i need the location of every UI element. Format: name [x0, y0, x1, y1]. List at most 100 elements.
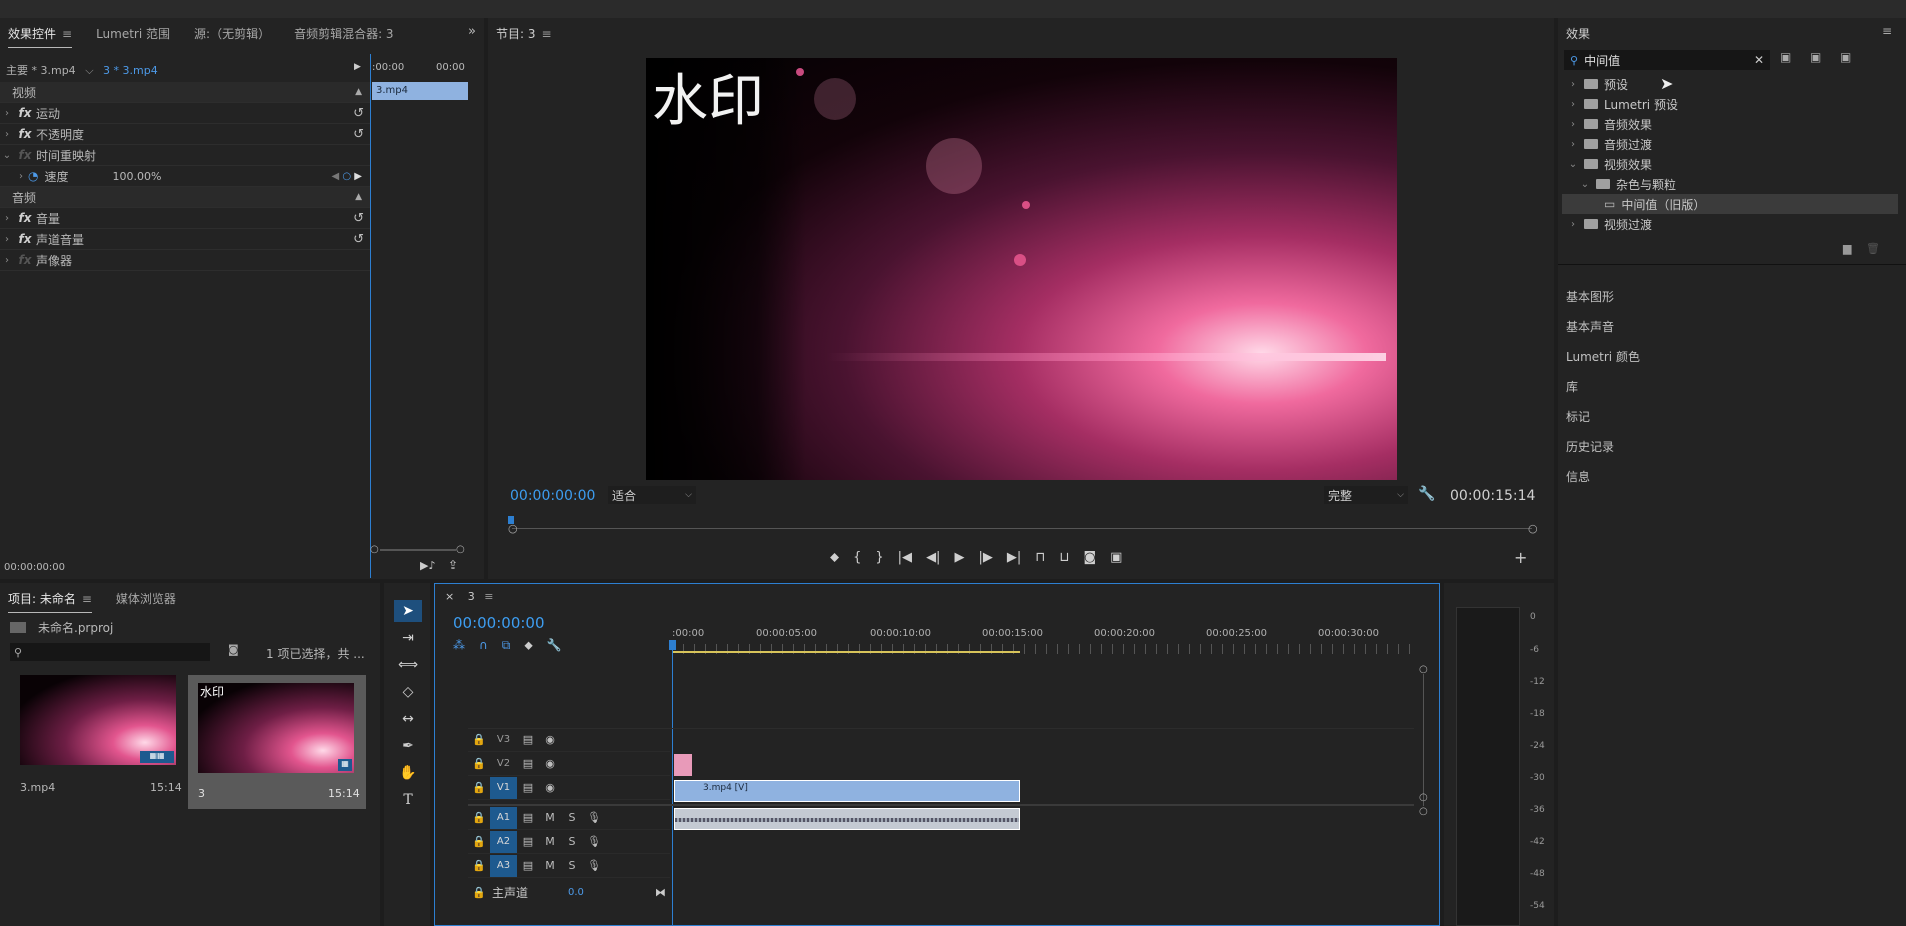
- panel-menu-icon[interactable]: ≡: [1882, 24, 1892, 38]
- timeline-settings-wrench-icon[interactable]: 🔧: [547, 638, 562, 653]
- track-header-master[interactable]: 🔒 主声道 0.0 ⧓: [468, 880, 670, 904]
- compare-view-icon[interactable]: ▣: [1110, 550, 1122, 565]
- program-monitor-title[interactable]: 节目: 3 ≡: [496, 25, 552, 42]
- timeline-tab-label[interactable]: 3: [468, 590, 475, 603]
- collapse-up-icon[interactable]: ▲: [355, 87, 362, 97]
- yuv-effects-icon[interactable]: ▣: [1840, 50, 1851, 64]
- ec-timecode[interactable]: 00:00:00:00: [4, 562, 65, 573]
- program-scrub-bar[interactable]: ○ ○: [508, 512, 1538, 535]
- track-header-v3[interactable]: 🔒 V3 ▤ ◉: [468, 728, 670, 752]
- fx-icon[interactable]: fx: [14, 211, 36, 225]
- tab-lumetri-scopes[interactable]: Lumetri 范围: [96, 25, 170, 42]
- nest-icon[interactable]: ⁂: [453, 638, 465, 653]
- tree-item-audio-transitions[interactable]: › 音频过渡: [1566, 134, 1652, 154]
- project-item-sequence[interactable]: 水印 ▦ 3 15:14: [188, 675, 366, 809]
- lock-icon[interactable]: 🔒: [468, 886, 490, 899]
- tab-project[interactable]: 项目: 未命名 ≡: [8, 590, 92, 613]
- tab-effect-controls[interactable]: 效果控件 ≡: [8, 25, 73, 48]
- ec-clip-bar[interactable]: 3.mp4: [372, 82, 468, 100]
- audio-clip[interactable]: [674, 808, 1020, 830]
- close-tab-icon[interactable]: ×: [445, 590, 454, 603]
- pen-tool-icon[interactable]: ✒: [394, 735, 422, 757]
- play-icon[interactable]: ▶: [954, 550, 964, 565]
- lift-icon[interactable]: ⊓: [1035, 550, 1045, 565]
- new-search-bin-icon[interactable]: ◙: [228, 643, 239, 656]
- track-header-a1[interactable]: 🔒 A1 ▤ M S 🎙: [468, 806, 670, 830]
- microphone-icon[interactable]: 🎙: [583, 835, 605, 848]
- effect-row-volume[interactable]: › fx 音量 ↺: [0, 208, 370, 229]
- mute-button[interactable]: M: [539, 811, 561, 824]
- tree-item-audio-effects[interactable]: › 音频效果: [1566, 114, 1652, 134]
- track-header-a2[interactable]: 🔒 A2 ▤ M S 🎙: [468, 830, 670, 854]
- timeline-vertical-scrollbar[interactable]: ○ ○ ○: [1419, 664, 1428, 924]
- effects-search-box[interactable]: ⚲ 中间值 ✕: [1564, 50, 1770, 70]
- quality-select[interactable]: 完整 ⌵: [1324, 486, 1408, 504]
- solo-button[interactable]: S: [561, 859, 583, 872]
- project-search-box[interactable]: ⚲: [10, 643, 210, 661]
- effect-row-time-remap[interactable]: ⌄ fx 时间重映射: [0, 145, 370, 166]
- panel-info[interactable]: 信息: [1566, 468, 1590, 485]
- panel-history[interactable]: 历史记录: [1566, 438, 1614, 455]
- pink-clip[interactable]: [674, 754, 692, 776]
- mute-button[interactable]: M: [539, 859, 561, 872]
- panel-essential-sound[interactable]: 基本声音: [1566, 318, 1614, 335]
- razor-tool-icon[interactable]: ◇: [394, 681, 422, 703]
- add-button-icon[interactable]: +: [1514, 548, 1527, 567]
- track-header-v1[interactable]: 🔒 V1 ▤ ◉: [468, 776, 670, 800]
- filter-property-icon[interactable]: ▶♪: [420, 559, 435, 572]
- panel-libraries[interactable]: 库: [1566, 378, 1578, 395]
- collapse-up-icon[interactable]: ▲: [355, 192, 362, 202]
- panel-essential-graphics[interactable]: 基本图形: [1566, 288, 1614, 305]
- video-preview[interactable]: 水印: [646, 58, 1397, 480]
- track-select-tool-icon[interactable]: ⇥: [394, 627, 422, 649]
- microphone-icon[interactable]: 🎙: [583, 859, 605, 872]
- sync-lock-icon[interactable]: ▤: [517, 757, 539, 770]
- timeline-playhead[interactable]: [672, 640, 673, 926]
- lock-icon[interactable]: 🔒: [468, 835, 490, 848]
- accelerated-effects-icon[interactable]: ▣: [1780, 50, 1791, 64]
- tree-item-lumetri-presets[interactable]: › Lumetri 预设: [1566, 94, 1678, 114]
- effect-row-opacity[interactable]: › fx 不透明度 ↺: [0, 124, 370, 145]
- add-marker-icon[interactable]: ⬥: [830, 550, 839, 565]
- playhead-handle[interactable]: [669, 640, 676, 650]
- panel-markers[interactable]: 标记: [1566, 408, 1590, 425]
- eye-icon[interactable]: ◉: [539, 733, 561, 746]
- go-to-out-icon[interactable]: ▶|: [1007, 550, 1021, 565]
- project-item-clip[interactable]: ▦▦ 3.mp4 15:14: [10, 675, 182, 805]
- expand-chevron-icon[interactable]: ›: [0, 234, 14, 245]
- timeline-timecode[interactable]: 00:00:00:00: [453, 614, 545, 632]
- keyframe-nav-icon[interactable]: ◀ ○ ▶: [332, 171, 363, 182]
- effect-row-panner[interactable]: › fx 声像器: [0, 250, 370, 271]
- go-to-in-icon[interactable]: |◀: [898, 550, 912, 565]
- panel-lumetri-color[interactable]: Lumetri 颜色: [1566, 348, 1640, 365]
- program-timecode[interactable]: 00:00:00:00: [510, 488, 595, 504]
- expand-chevron-icon[interactable]: ›: [0, 108, 14, 119]
- zoom-select[interactable]: 适合 ⌵: [608, 486, 696, 504]
- linked-selection-icon[interactable]: ⧉: [502, 638, 511, 653]
- snap-magnet-icon[interactable]: ∩: [479, 638, 488, 653]
- expand-chevron-icon[interactable]: ›: [0, 129, 14, 140]
- master-clip-label[interactable]: 主要 * 3.mp4: [6, 64, 76, 77]
- tab-media-browser[interactable]: 媒体浏览器: [116, 590, 176, 607]
- camera-icon[interactable]: ◙: [1084, 550, 1097, 565]
- microphone-icon[interactable]: 🎙: [583, 811, 605, 824]
- effect-row-motion[interactable]: › fx 运动 ↺: [0, 103, 370, 124]
- eye-icon[interactable]: ◉: [539, 757, 561, 770]
- fx-icon[interactable]: fx: [14, 232, 36, 246]
- effect-row-speed[interactable]: › ◔ 速度 100.00% ◀ ○ ▶: [0, 166, 370, 187]
- track-header-v2[interactable]: 🔒 V2 ▤ ◉: [468, 752, 670, 776]
- lock-icon[interactable]: 🔒: [468, 781, 490, 794]
- extract-icon[interactable]: ⊔: [1059, 550, 1069, 565]
- sync-lock-icon[interactable]: ▤: [517, 811, 539, 824]
- 32bit-effects-icon[interactable]: ▣: [1810, 50, 1821, 64]
- fx-icon[interactable]: fx: [14, 127, 36, 141]
- eye-icon[interactable]: ◉: [539, 781, 561, 794]
- clear-search-icon[interactable]: ✕: [1754, 53, 1764, 67]
- new-bin-icon[interactable]: ▆: [1843, 242, 1851, 255]
- stopwatch-icon[interactable]: ◔: [28, 169, 38, 183]
- overflow-chevron-icon[interactable]: »: [468, 24, 476, 39]
- hand-tool-icon[interactable]: ✋: [394, 762, 422, 784]
- tree-item-median-legacy[interactable]: ▭ 中间值（旧版）: [1562, 194, 1898, 214]
- slip-tool-icon[interactable]: ↔: [394, 708, 422, 730]
- tab-source[interactable]: 源:（无剪辑）: [194, 25, 270, 42]
